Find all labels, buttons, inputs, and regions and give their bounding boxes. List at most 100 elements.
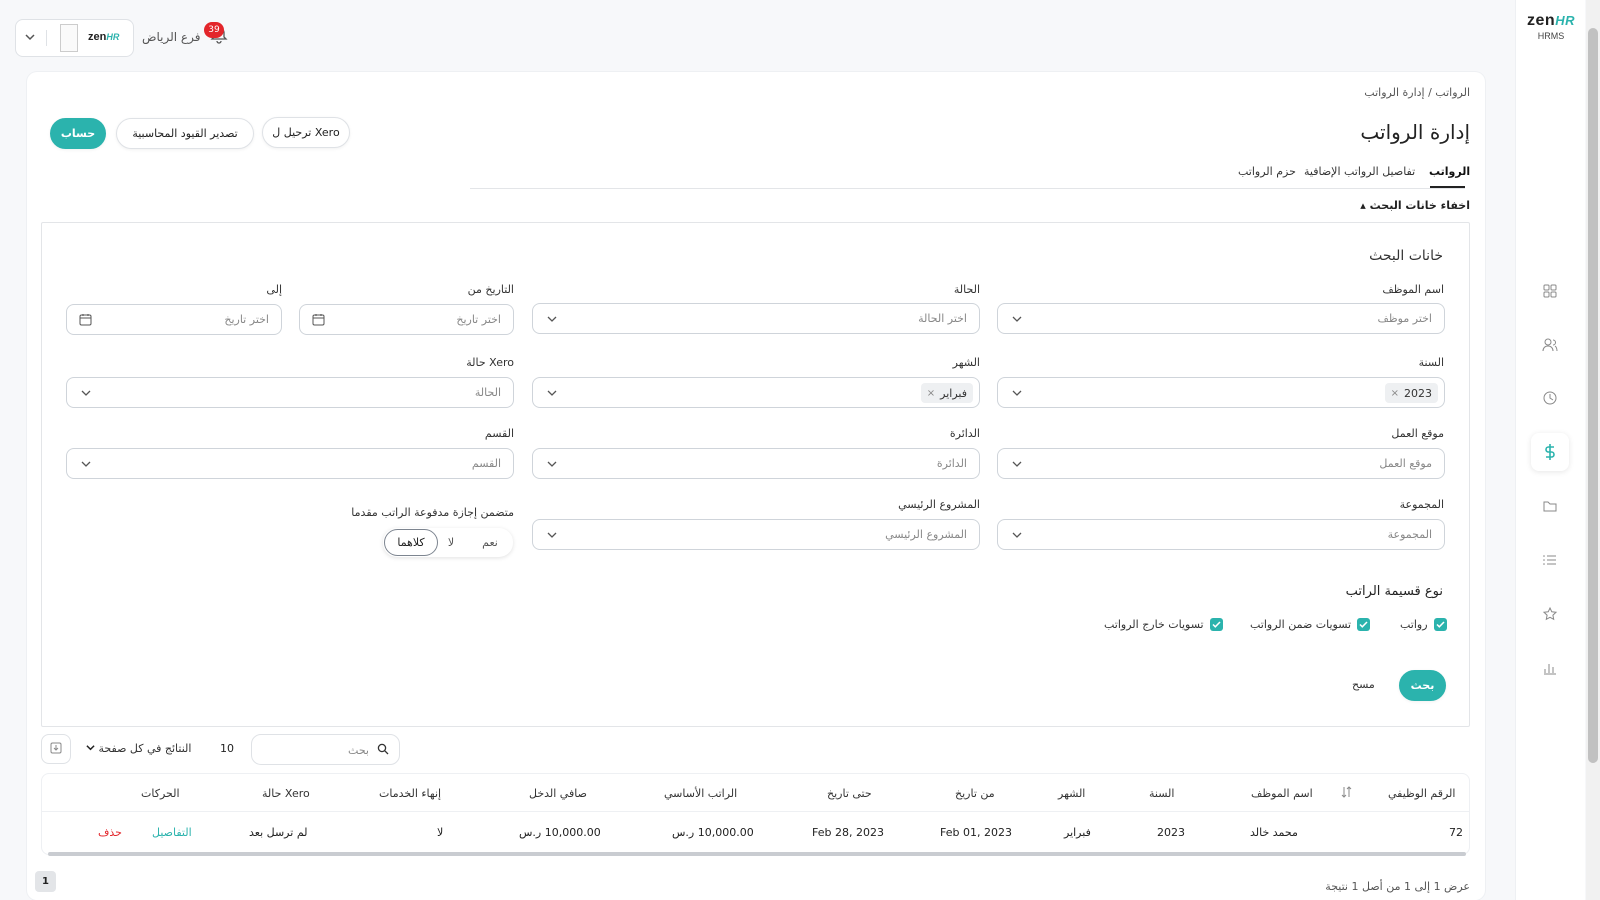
header-year[interactable]: السنة	[1149, 787, 1174, 800]
main-project-label: المشروع الرئيسي	[898, 498, 980, 511]
header-net-income[interactable]: صافي الدخل	[529, 787, 587, 800]
sort-icon[interactable]	[1341, 785, 1353, 802]
header-end-of-service[interactable]: إنهاء الخدمات	[379, 787, 441, 800]
breadcrumb[interactable]: الرواتب / إدارة الرواتب	[1200, 86, 1470, 99]
option-no[interactable]: لا	[435, 528, 467, 557]
month-select[interactable]: فبراير ×	[532, 377, 980, 408]
status-label: الحالة	[953, 283, 980, 296]
branch-name[interactable]: فرع الرياض	[142, 30, 200, 44]
cell-year: 2023	[1157, 826, 1185, 839]
check-icon	[1357, 618, 1371, 631]
search-panel-title: خانات البحث	[1369, 248, 1443, 264]
xero-status-select[interactable]: الحالة	[66, 377, 514, 408]
check-icon	[1209, 618, 1223, 631]
chevron-down-icon	[1012, 529, 1022, 543]
export-table-button[interactable]	[41, 734, 71, 764]
post-to-xero-button[interactable]: ترحيل ل Xero	[262, 117, 350, 148]
tabs-divider	[470, 188, 1465, 189]
chevron-down-icon	[1012, 313, 1022, 327]
checkbox-inside-settlements[interactable]: تسويات ضمن الرواتب	[1250, 618, 1371, 631]
header-actions: الحركات	[141, 787, 180, 800]
cell-to-date: Feb 28, 2023	[812, 826, 884, 839]
notifications-badge: 39	[204, 22, 224, 38]
search-icon	[377, 743, 389, 758]
cell-basic-salary: 10,000.00 ر.س	[672, 826, 754, 839]
grid-icon[interactable]	[1531, 272, 1569, 310]
cell-month: فبراير	[1064, 826, 1091, 839]
company-switcher[interactable]: zenHR	[15, 19, 134, 57]
star-icon[interactable]	[1531, 595, 1569, 633]
header-divider	[41, 811, 1470, 812]
results-info: عرض 1 إلى 1 من أصل 1 نتيجة	[1325, 880, 1470, 893]
work-location-select[interactable]: موقع العمل	[997, 448, 1445, 479]
clear-button[interactable]: مسح	[1352, 678, 1375, 691]
remove-chip-icon[interactable]: ×	[1391, 388, 1399, 399]
chevron-down-icon	[547, 529, 557, 543]
department-select[interactable]: الدائرة	[532, 448, 980, 479]
chevron-down-icon	[81, 387, 91, 401]
pagination-page-1[interactable]: 1	[35, 871, 56, 892]
table-horizontal-scrollbar[interactable]	[48, 852, 1466, 856]
cell-end-of-service: لا	[437, 826, 444, 839]
checkbox-outside-settlements[interactable]: تسويات خارج الرواتب	[1104, 618, 1223, 631]
year-select[interactable]: 2023 ×	[997, 377, 1445, 408]
header-month[interactable]: الشهر	[1058, 787, 1085, 800]
group-label: المجموعة	[1399, 498, 1444, 511]
section-label: القسم	[484, 427, 514, 440]
work-location-label: موقع العمل	[1391, 427, 1444, 440]
bar-chart-icon[interactable]	[1531, 649, 1569, 687]
download-icon	[50, 742, 62, 757]
table-search-input[interactable]: بحث	[251, 734, 400, 765]
cell-employee-no: 72	[1449, 826, 1463, 839]
date-to-input[interactable]: اختر تاريخ	[66, 304, 282, 335]
header-employee-name[interactable]: اسم الموظف	[1251, 787, 1313, 800]
details-link[interactable]: التفاصيل	[152, 826, 192, 839]
payroll-table	[41, 773, 1470, 855]
header-from-date[interactable]: من تاريخ	[955, 787, 995, 800]
export-entries-button[interactable]: تصدير القيود المحاسبية	[116, 118, 254, 149]
dollar-icon[interactable]	[1531, 433, 1569, 471]
employee-select[interactable]: اختر موظف	[997, 303, 1445, 334]
company-logo: zenHR	[88, 31, 120, 43]
search-button[interactable]: بحث	[1399, 670, 1446, 701]
main-project-select[interactable]: المشروع الرئيسي	[532, 519, 980, 550]
chevron-down-icon	[24, 31, 36, 46]
tab-salary-packages[interactable]: حزم الرواتب	[1238, 165, 1296, 178]
year-chip[interactable]: 2023 ×	[1384, 383, 1438, 403]
checkbox-salaries[interactable]: رواتب	[1400, 618, 1447, 631]
header-basic-salary[interactable]: الراتب الأساسي	[664, 787, 737, 800]
folder-icon[interactable]	[1531, 487, 1569, 525]
month-label: الشهر	[952, 356, 980, 369]
tab-payroll[interactable]: الرواتب	[1429, 165, 1470, 178]
date-from-label: التاريخ من	[467, 283, 514, 296]
header-xero-status[interactable]: حالة Xero	[262, 787, 310, 800]
date-from-input[interactable]: اختر تاريخ	[299, 304, 514, 335]
status-select[interactable]: اختر الحالة	[532, 303, 980, 334]
option-both[interactable]: كلاهما	[384, 529, 438, 556]
header-to-date[interactable]: حتى تاريخ	[827, 787, 872, 800]
section-select[interactable]: القسم	[66, 448, 514, 479]
app-logo[interactable]: zenHR HRMS	[1523, 12, 1579, 41]
hide-search-toggle[interactable]: اخفاء خانات البحث ▴	[1330, 199, 1470, 212]
year-label: السنة	[1418, 356, 1444, 369]
per-page-value[interactable]: 10	[220, 742, 234, 755]
page-scrollbar-thumb[interactable]	[1588, 28, 1598, 763]
calendar-icon	[79, 313, 92, 329]
header-employee-no[interactable]: الرقم الوظيفي	[1388, 787, 1455, 800]
chevron-down-icon	[547, 387, 557, 401]
month-chip[interactable]: فبراير ×	[920, 383, 973, 403]
clock-icon[interactable]	[1531, 379, 1569, 417]
users-icon[interactable]	[1531, 326, 1569, 364]
user-avatar	[60, 24, 78, 52]
list-icon[interactable]	[1531, 541, 1569, 579]
chevron-down-icon	[81, 458, 91, 472]
calculate-button[interactable]: حساب	[50, 118, 106, 149]
active-tab-indicator	[1430, 186, 1465, 188]
tab-extra-salary-details[interactable]: تفاصيل الرواتب الإضافية	[1304, 165, 1415, 178]
group-select[interactable]: المجموعة	[997, 519, 1445, 550]
per-page-select[interactable]: النتائج في كل صفحة	[86, 742, 191, 755]
remove-chip-icon[interactable]: ×	[927, 388, 935, 399]
option-yes[interactable]: نعم	[471, 528, 509, 557]
delete-link[interactable]: حذف	[98, 826, 122, 839]
date-to-label: إلى	[266, 283, 282, 296]
